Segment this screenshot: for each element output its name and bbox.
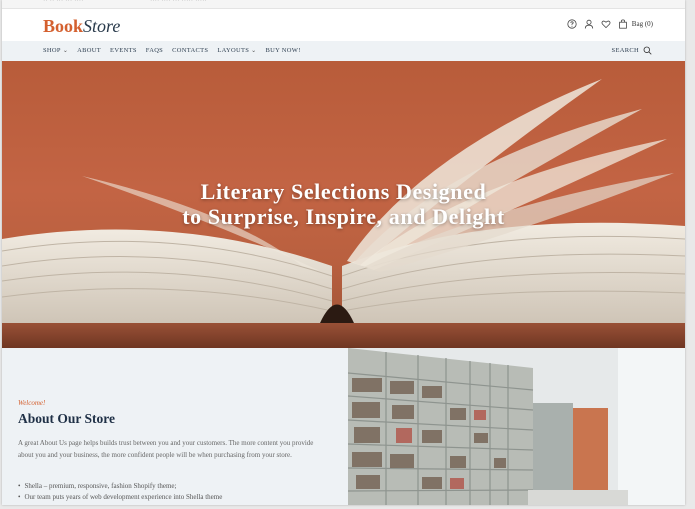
question-circle-icon[interactable] [567,19,577,29]
header-actions: Bag (0) [567,19,653,29]
hero-headline-line2: to Surprise, Inspire, and Delight [182,204,505,229]
about-title: About Our Store [18,411,116,426]
nav-item-label: EVENTS [110,47,137,54]
nav-item-label: ABOUT [77,47,102,54]
list-item: Our team puts years of web development e… [18,492,222,503]
heart-icon[interactable] [601,19,611,29]
bag-label: Bag (0) [631,20,653,28]
user-icon[interactable] [584,19,594,29]
main-navigation: SHOP ⌄ ABOUT EVENTS FAQS CONTACTS LAYOUTS… [2,41,685,61]
nav-item-label: BUY NOW! [265,47,301,54]
chevron-down-icon: ⌄ [251,48,257,54]
bag-button[interactable]: Bag (0) [618,19,653,29]
site-header: BookStore Bag (0) [2,9,685,41]
hero-headline-line1: Literary Selections Designed [200,179,487,204]
nav-item-label: LAYOUTS [217,47,250,54]
nav-menu: SHOP ⌄ ABOUT EVENTS FAQS CONTACTS LAYOUTS… [43,47,301,54]
nav-item-faqs[interactable]: FAQS [146,47,163,54]
bookstore-interior-image [348,348,685,505]
logo-part-store: Store [83,16,121,36]
about-section: Welcome! About Our Store A great About U… [2,348,348,505]
announcement-bar: ·· ·· ··· ··· ···· ···· ···· ··· ····· ·… [2,0,685,9]
store-logo[interactable]: BookStore [43,16,120,36]
nav-item-label: SHOP [43,47,61,54]
nav-item-buy-now[interactable]: BUY NOW! [265,47,300,54]
nav-item-label: FAQS [145,47,164,54]
about-description: A great About Us page helps builds trust… [18,439,314,459]
logo-part-book: Book [43,16,84,36]
about-welcome: Welcome! [18,399,46,407]
chevron-down-icon: ⌄ [62,48,69,54]
page-frame: ·· ·· ··· ··· ···· ···· ···· ··· ····· ·… [2,0,685,505]
nav-item-events[interactable]: EVENTS [110,47,137,54]
hero-banner: Literary Selections Designed to Surprise… [2,61,685,348]
hero-headline: Literary Selections Designed to Surprise… [2,179,685,229]
nav-item-about[interactable]: ABOUT [77,47,101,54]
nav-item-label: CONTACTS [172,47,209,54]
about-bullet-list: Shella – premium, responsive, fashion Sh… [18,481,222,503]
search-label: SEARCH [611,47,639,54]
nav-item-layouts[interactable]: LAYOUTS ⌄ [217,47,256,54]
list-item: Shella – premium, responsive, fashion Sh… [18,481,222,492]
nav-item-shop[interactable]: SHOP ⌄ [43,47,68,54]
nav-item-contacts[interactable]: CONTACTS [172,47,208,54]
shopping-bag-icon [618,19,627,29]
topbar-address-text: ···· ···· ··· ····· ····· [150,0,207,4]
topbar-contact-text: ·· ·· ··· ··· ···· [43,0,84,4]
search-button[interactable]: SEARCH [612,46,652,55]
search-icon [643,46,652,55]
